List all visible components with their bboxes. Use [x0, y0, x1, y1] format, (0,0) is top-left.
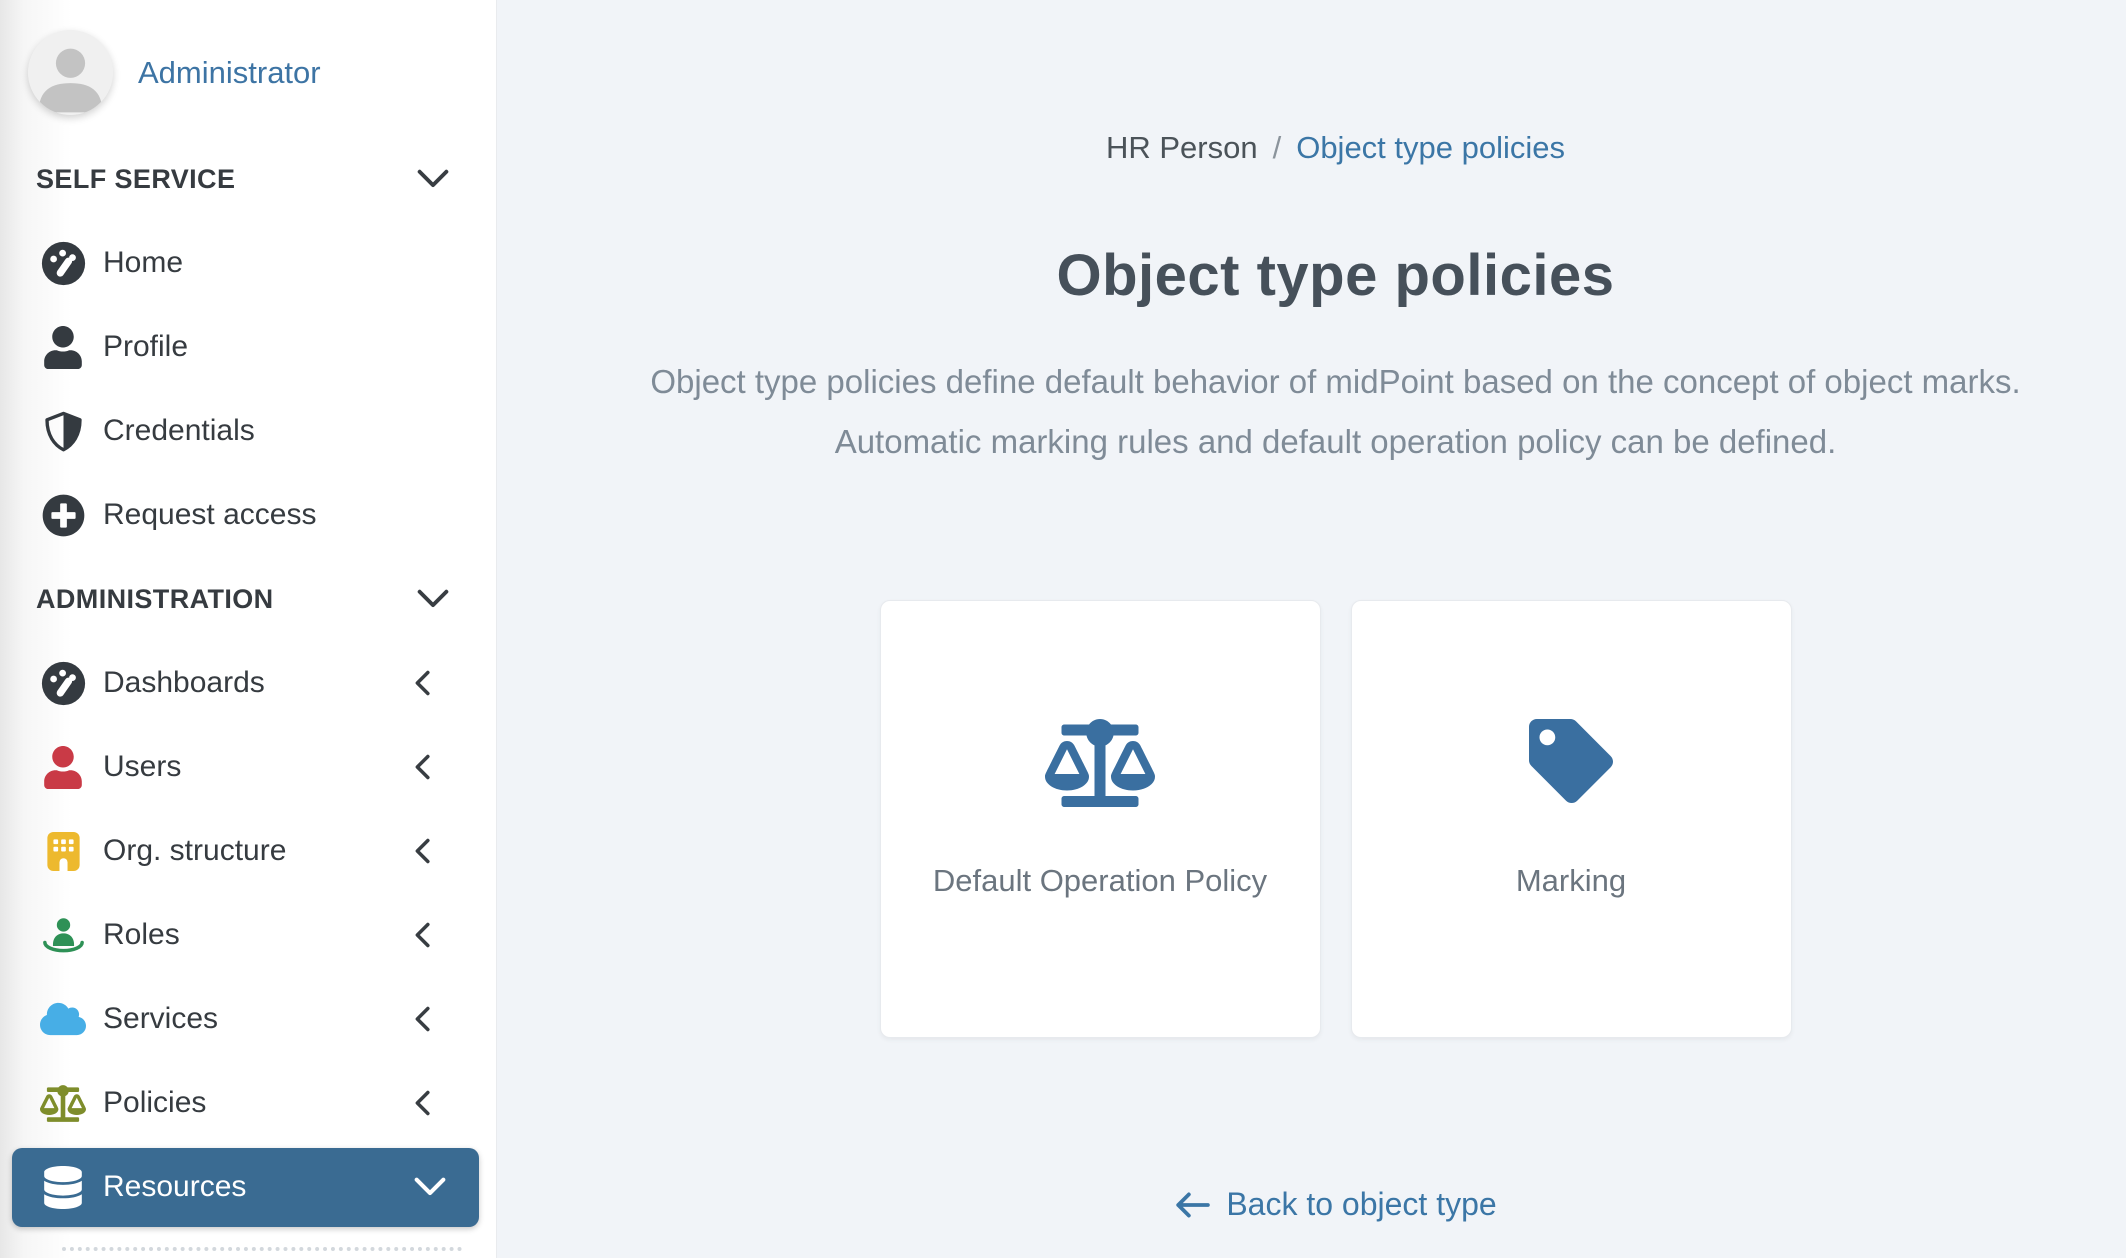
breadcrumb-current-link[interactable]: Object type policies: [1296, 130, 1565, 165]
person-silhouette-icon: [28, 30, 113, 115]
gauge-icon: [40, 240, 86, 286]
sidebar-item-label: Services: [103, 1002, 219, 1035]
sidebar-item-label: Roles: [103, 918, 180, 951]
cloud-icon: [40, 996, 86, 1042]
sidebar-item-label: Request access: [103, 498, 317, 531]
balance-scale-icon: [40, 1080, 86, 1126]
sidebar-item-label: Org. structure: [103, 834, 287, 867]
chevron-left-icon: [410, 753, 434, 781]
sidebar-item-users[interactable]: Users: [0, 725, 496, 809]
user-panel: Administrator: [28, 30, 321, 115]
chevron-left-icon: [410, 1089, 434, 1117]
section-label: SELF SERVICE: [36, 163, 236, 194]
breadcrumb-separator: /: [1272, 130, 1282, 165]
sidebar-item-dashboards[interactable]: Dashboards: [0, 641, 496, 725]
sidebar-item-label: Resources: [103, 1170, 247, 1203]
chevron-left-icon: [410, 921, 434, 949]
gauge-icon: [40, 660, 86, 706]
sidebar-item-label: Credentials: [103, 414, 255, 447]
card-label: Marking: [1515, 863, 1627, 898]
person-ring-icon: [40, 912, 86, 958]
page-description: Object type policies define default beha…: [650, 363, 2021, 460]
chevron-down-icon: [413, 1177, 447, 1197]
user-icon: [40, 744, 86, 790]
card-marking[interactable]: Marking: [1350, 600, 1792, 1038]
card-default-operation-policy[interactable]: Default Operation Policy: [879, 600, 1321, 1038]
sidebar-item-request-access[interactable]: Request access: [0, 473, 496, 557]
sidebar: Administrator SELF SERVICE Home Profile …: [0, 0, 497, 1258]
sidebar-item-label: Home: [103, 246, 184, 279]
breadcrumb: HR Person / Object type policies: [545, 128, 2126, 168]
sidebar-item-label: Users: [103, 750, 182, 783]
chevron-left-icon: [410, 669, 434, 697]
sidebar-item-label: Policies: [103, 1086, 207, 1119]
back-link-label: Back to object type: [1226, 1186, 1497, 1222]
user-link[interactable]: Administrator: [138, 55, 321, 91]
submenu-divider: [62, 1247, 462, 1251]
page-title: Object type policies: [1056, 243, 1615, 308]
sidebar-item-label: Profile: [103, 330, 189, 363]
policy-cards: Default Operation Policy Marking: [545, 600, 2126, 1038]
card-label: Default Operation Policy: [932, 863, 1268, 898]
sidebar-item-home[interactable]: Home: [0, 221, 496, 305]
sidebar-item-policies[interactable]: Policies: [0, 1061, 496, 1145]
chevron-left-icon: [410, 1005, 434, 1033]
sidebar-section-administration[interactable]: ADMINISTRATION: [0, 557, 496, 641]
balance-scale-icon: [881, 719, 1320, 807]
sidebar-item-profile[interactable]: Profile: [0, 305, 496, 389]
arrow-left-icon: [1174, 1190, 1211, 1220]
chevron-down-icon: [416, 169, 450, 189]
shield-icon: [40, 408, 86, 454]
sidebar-section-self-service[interactable]: SELF SERVICE: [0, 137, 496, 221]
main-content: HR Person / Object type policies Object ty…: [498, 0, 2126, 1258]
building-icon: [40, 828, 86, 874]
database-icon: [40, 1164, 86, 1210]
tag-icon: [1352, 719, 1791, 803]
plus-circle-icon: [40, 492, 86, 538]
sidebar-nav: SELF SERVICE Home Profile Credentials Re…: [0, 137, 496, 1229]
sidebar-item-credentials[interactable]: Credentials: [0, 389, 496, 473]
sidebar-item-org-structure[interactable]: Org. structure: [0, 809, 496, 893]
user-icon: [40, 324, 86, 370]
section-label: ADMINISTRATION: [36, 583, 274, 614]
sidebar-item-resources[interactable]: Resources: [12, 1147, 479, 1227]
chevron-left-icon: [410, 837, 434, 865]
sidebar-item-services[interactable]: Services: [0, 977, 496, 1061]
chevron-down-icon: [416, 589, 450, 609]
sidebar-item-resources-row: Resources: [0, 1145, 496, 1229]
sidebar-item-label: Dashboards: [103, 666, 265, 699]
sidebar-item-roles[interactable]: Roles: [0, 893, 496, 977]
breadcrumb-parent[interactable]: HR Person: [1106, 130, 1258, 165]
back-link[interactable]: Back to object type: [545, 1186, 2126, 1223]
avatar[interactable]: [28, 30, 113, 115]
